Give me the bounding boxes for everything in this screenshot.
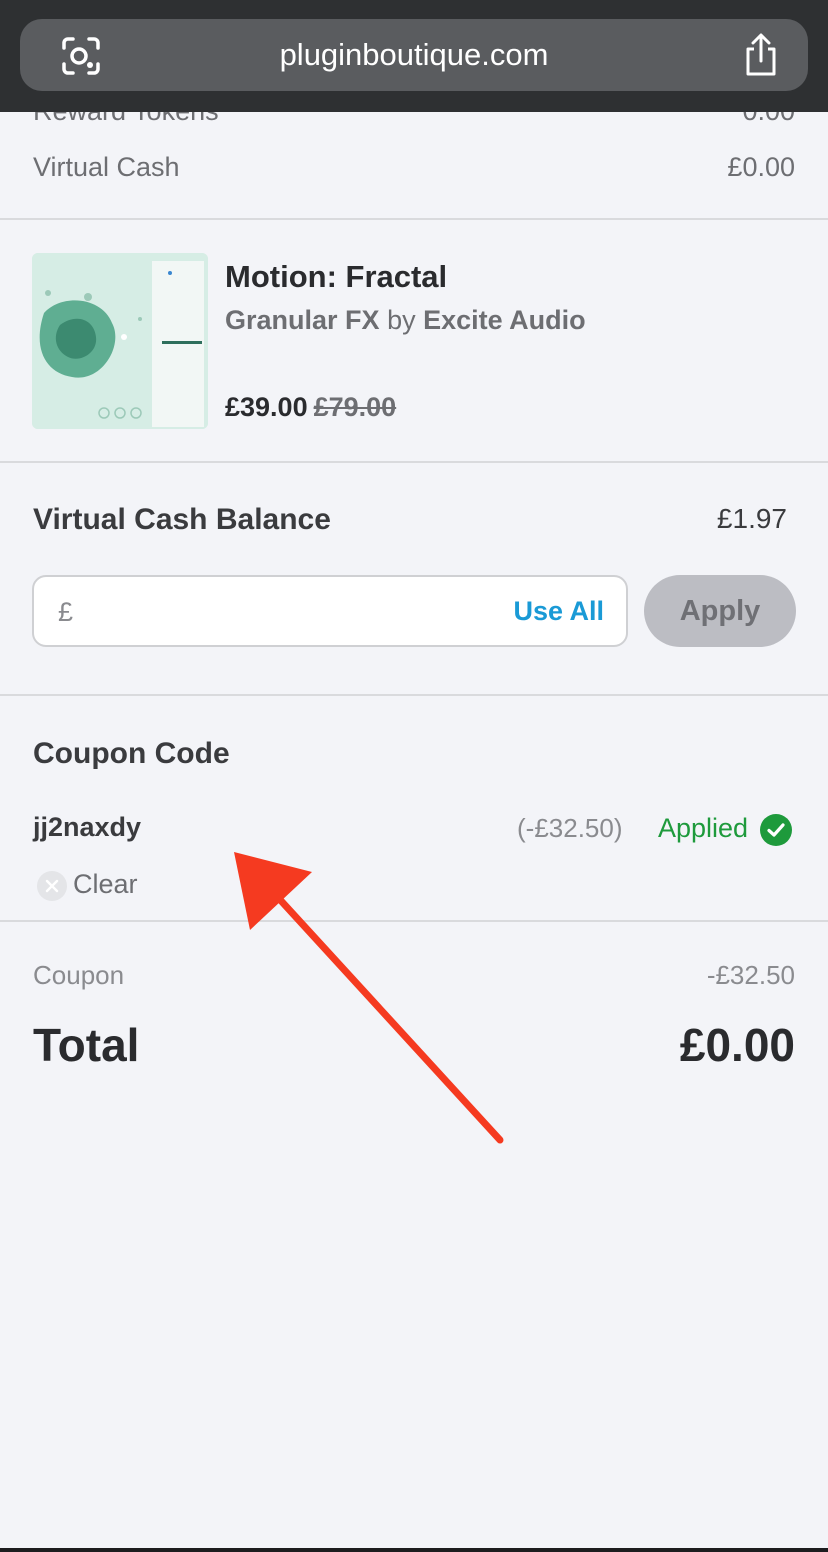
share-icon[interactable] [742, 33, 780, 77]
coupon-discount: (-£32.50) [517, 813, 623, 843]
divider [0, 461, 828, 463]
virtual-cash-balance-value: £1.97 [716, 503, 787, 534]
product-artwork-icon [32, 253, 208, 429]
coupon-status: Applied [658, 813, 749, 843]
product-category[interactable]: Granular FX [225, 305, 380, 335]
toolbar-overlay: pluginboutique.com [0, 0, 828, 112]
summary-coupon-value: -£32.50 [706, 960, 795, 990]
address-bar-overlay[interactable]: pluginboutique.com [20, 19, 808, 91]
virtual-cash-input[interactable]: £ Use All [32, 575, 628, 647]
summary-coupon-label: Coupon [33, 960, 125, 990]
check-circle-icon [760, 814, 792, 846]
current-price: £39.00 [225, 392, 308, 422]
original-price: £79.00 [313, 392, 397, 422]
virtual-cash-value: £0.00 [727, 152, 795, 182]
bottom-edge [0, 1548, 828, 1552]
total-value: £0.00 [679, 1019, 795, 1071]
divider [0, 694, 828, 696]
product-vendor[interactable]: Excite Audio [423, 305, 586, 335]
product-thumbnail[interactable] [32, 253, 208, 429]
clear-x-icon[interactable] [37, 871, 67, 901]
total-label: Total [33, 1019, 140, 1071]
coupon-code-title: Coupon Code [33, 737, 230, 770]
virtual-cash-label: Virtual Cash [33, 152, 180, 182]
divider [0, 218, 828, 220]
product-by: by [387, 305, 416, 335]
virtual-cash-balance-title: Virtual Cash Balance [33, 503, 331, 536]
apply-button[interactable]: Apply [644, 575, 796, 647]
product-price: £39.00 £79.00 [225, 392, 396, 423]
coupon-code-value: jj2naxdy [33, 812, 142, 842]
url-text[interactable]: pluginboutique.com [20, 19, 808, 91]
currency-symbol: £ [58, 597, 74, 627]
use-all-link[interactable]: Use All [513, 596, 604, 627]
product-subtitle: Granular FX by Excite Audio [225, 305, 586, 336]
divider [0, 920, 828, 922]
virtual-cash-row: Virtual Cash £0.00 [33, 152, 795, 183]
clear-coupon-button[interactable]: Clear [73, 869, 138, 900]
annotation-arrow-icon [234, 852, 504, 1144]
product-title[interactable]: Motion: Fractal [225, 259, 447, 295]
